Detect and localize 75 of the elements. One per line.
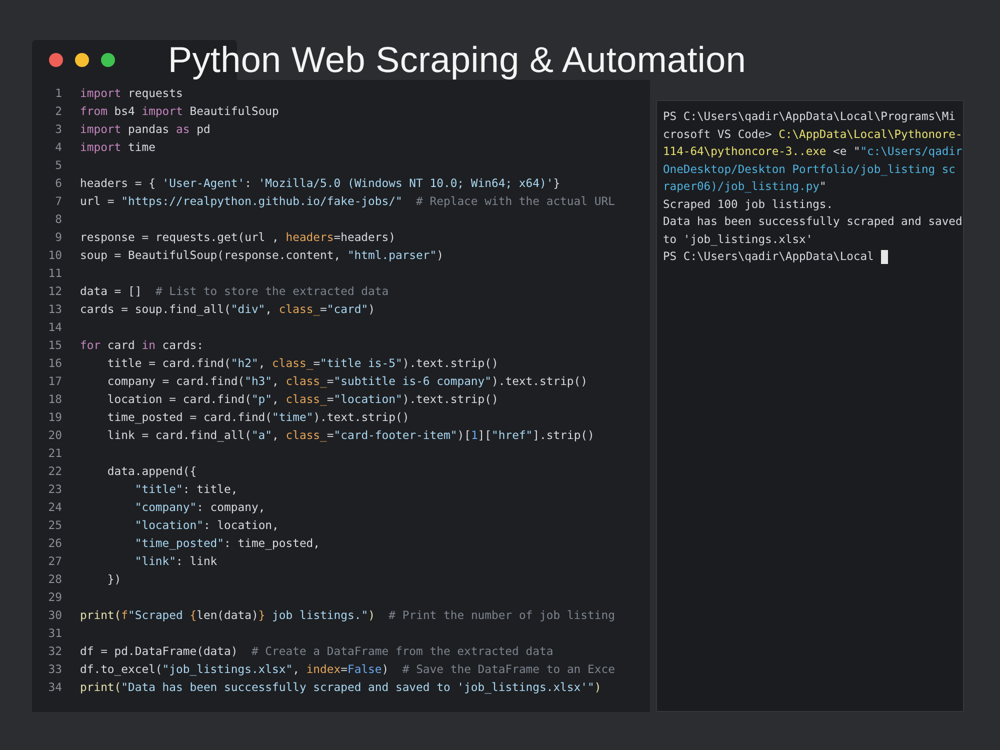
line-number: 9 bbox=[54, 230, 62, 244]
code-line: }) bbox=[106, 572, 122, 586]
terminal-line: to 'job_listings.xlsx' bbox=[663, 232, 813, 246]
terminal-line: crosoft VS Code> C:\AppData\Local\Pythonore- bbox=[663, 128, 962, 141]
code-line: print(f"Scraped {len(data)} job listings.") # Print the number of job listing bbox=[80, 608, 615, 622]
code-line: company = card.find("h3", class_="subtitle is-6 company").text.strip() bbox=[106, 374, 588, 388]
code-line: "time_posted": time_posted, bbox=[134, 536, 320, 550]
line-number: 2 bbox=[54, 104, 62, 118]
line-number: 6 bbox=[54, 176, 62, 190]
window-control-button[interactable] bbox=[49, 53, 63, 67]
line-number: 4 bbox=[54, 140, 62, 154]
line-number: 3 bbox=[54, 122, 62, 136]
line-number: 27 bbox=[47, 554, 62, 568]
terminal-cursor bbox=[880, 250, 888, 264]
window-control-button[interactable] bbox=[75, 53, 89, 67]
code-line: for card in cards: bbox=[80, 338, 204, 352]
line-number: 34 bbox=[47, 680, 62, 694]
terminal-line: PS C:\Users\qadir\AppData\Local bbox=[663, 250, 875, 264]
terminal-line: PS C:\Users\qadir\AppData\Local\Programs\Mi bbox=[663, 110, 956, 124]
line-number: 12 bbox=[47, 284, 62, 298]
terminal-line: OneDesktop/Deskton Portfolio/job_listing sc bbox=[663, 162, 956, 176]
code-line: link = card.find_all("a", class_="card-footer-item")[1]["href"].strip() bbox=[106, 428, 594, 442]
line-number: 18 bbox=[47, 392, 62, 406]
line-number: 28 bbox=[47, 572, 62, 586]
page-title: Python Web Scraping & Automation bbox=[168, 39, 746, 81]
line-number: 17 bbox=[47, 374, 62, 388]
code-line: df.to_excel("job_listings.xlsx", index=False) # Save the DataFrame to an Exce bbox=[80, 662, 615, 676]
code-line: print("Data has been successfully scraped and saved to 'job_listings.xlsx'") bbox=[80, 680, 602, 694]
code-line: df = pd.DataFrame(data) # Create a DataFrame from the extracted data bbox=[80, 644, 554, 658]
code-line: time_posted = card.find("time").text.strip() bbox=[106, 410, 410, 424]
terminal-line: raper06)/job_listing.py" bbox=[663, 180, 826, 194]
line-number: 26 bbox=[47, 536, 62, 550]
line-number: 15 bbox=[47, 338, 62, 352]
line-number: 25 bbox=[47, 518, 62, 532]
code-line: response = requests.get(url , headers=headers) bbox=[80, 230, 396, 244]
code-line: import pandas as pd bbox=[80, 122, 210, 136]
line-number: 21 bbox=[47, 446, 62, 460]
terminal-line: Scraped 100 job listings. bbox=[663, 198, 834, 211]
code-line: "company": company, bbox=[134, 500, 266, 514]
line-number: 1 bbox=[54, 86, 62, 100]
line-number: 29 bbox=[47, 590, 62, 604]
line-number: 30 bbox=[47, 608, 62, 622]
code-line: url = "https://realpython.github.io/fake-jobs/" # Replace with the actual URL bbox=[80, 194, 615, 208]
code-line: "title": title, bbox=[134, 482, 238, 496]
line-number: 10 bbox=[47, 248, 62, 262]
code-line: import requests bbox=[80, 86, 183, 100]
line-number: 31 bbox=[47, 626, 62, 640]
code-line: location = card.find("p", class_="location").text.strip() bbox=[106, 392, 498, 406]
code-line: "link": link bbox=[134, 554, 218, 568]
code-line: data = [] # List to store the extracted data bbox=[80, 284, 389, 298]
line-number: 8 bbox=[54, 212, 62, 226]
code-line: data.append({ bbox=[106, 464, 197, 478]
line-number: 24 bbox=[47, 500, 62, 514]
terminal-line: Data has been successfully scraped and saved bbox=[663, 215, 962, 228]
code-line: import time bbox=[80, 140, 156, 154]
line-number: 32 bbox=[47, 644, 62, 658]
line-number: 16 bbox=[47, 356, 62, 370]
line-number: 5 bbox=[54, 158, 62, 172]
line-number: 22 bbox=[47, 464, 62, 478]
code-line: headers = { 'User-Agent': 'Mozilla/5.0 (Windows NT 10.0; Win64; x64)'} bbox=[80, 176, 560, 190]
code-line: soup = BeautifulSoup(response.content, "html.parser") bbox=[80, 248, 444, 262]
code-line: cards = soup.find_all("div", class_="card") bbox=[80, 302, 375, 316]
window-control-button[interactable] bbox=[101, 53, 115, 67]
line-number: 23 bbox=[47, 482, 62, 496]
line-number: 11 bbox=[47, 266, 62, 280]
line-number: 7 bbox=[54, 194, 62, 208]
code-line: "location": location, bbox=[134, 518, 279, 532]
line-number: 19 bbox=[47, 410, 62, 424]
code-line: from bs4 import BeautifulSoup bbox=[80, 104, 279, 118]
terminal-line: 114-64\pythoncore-3..exe <e ""c:\Users/qadir bbox=[663, 145, 962, 158]
line-number: 13 bbox=[47, 302, 62, 316]
line-number: 14 bbox=[47, 320, 62, 334]
line-number: 20 bbox=[47, 428, 62, 442]
line-number: 33 bbox=[47, 662, 62, 676]
code-line: title = card.find("h2", class_="title is-5").text.strip() bbox=[106, 356, 498, 370]
